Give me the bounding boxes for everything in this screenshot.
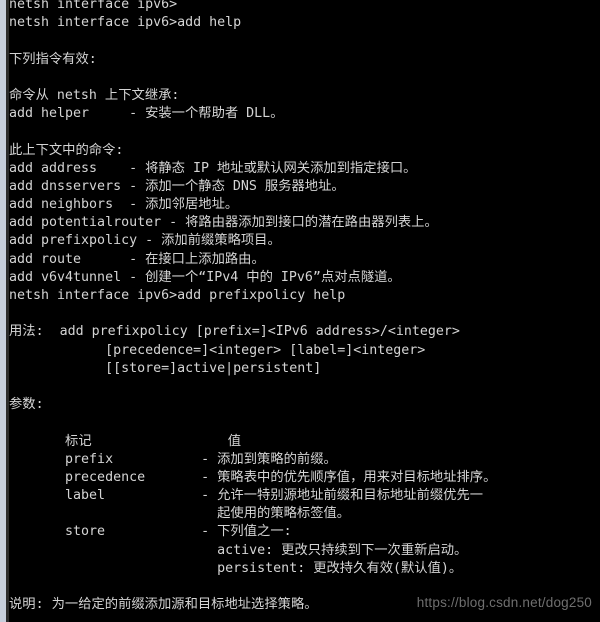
- console-line: prefix - 添加到策略的前缀。: [9, 451, 337, 467]
- console-line: netsh interface ipv6>: [9, 0, 178, 12]
- console-line: 标记 值: [9, 433, 242, 449]
- console-line: persistent: 更改持久有效(默认值)。: [9, 560, 463, 576]
- console-line: add route - 在接口上添加路由。: [9, 251, 265, 267]
- console-line: store - 下列值之一:: [9, 524, 292, 540]
- console-line: add dnsservers - 添加一个静态 DNS 服务器地址。: [9, 178, 345, 194]
- console-line: 参数:: [9, 397, 44, 413]
- console-line: precedence - 策略表中的优先顺序值，用来对目标地址排序。: [9, 469, 497, 485]
- console-line: netsh interface ipv6>add prefixpolicy he…: [9, 288, 346, 303]
- console-line: add helper - 安装一个帮助者 DLL。: [9, 106, 284, 122]
- console-line: add neighbors - 添加邻居地址。: [9, 197, 239, 213]
- console-line: [precedence=]<integer> [label=]<integer>: [9, 342, 426, 358]
- console-line: [[store=]active|persistent]: [9, 360, 322, 376]
- console-line: add v6v4tunnel - 创建一个“IPv4 中的 IPv6”点对点隧道…: [9, 269, 401, 285]
- watermark-text: https://blog.csdn.net/dog250: [416, 595, 592, 610]
- console-window[interactable]: netsh interface ipv6> netsh interface ipv…: [0, 0, 600, 622]
- console-line: netsh interface ipv6>add help: [9, 15, 242, 31]
- console-line: add prefixpolicy - 添加前缀策略项目。: [9, 233, 281, 249]
- console-line: 此上下文中的命令:: [9, 142, 124, 158]
- console-line: active: 更改只持续到下一次重新启动。: [9, 542, 468, 558]
- vertical-scrollbar[interactable]: [0, 0, 9, 622]
- console-output: netsh interface ipv6> netsh interface ipv…: [9, 0, 600, 622]
- console-line: 下列指令有效:: [9, 51, 97, 67]
- console-line: 起使用的策略标签值。: [9, 506, 351, 522]
- console-line: label - 允许一特别源地址前缀和目标地址前缀优先一: [9, 488, 484, 504]
- console-line: add address - 将静态 IP 地址或默认网关添加到指定接口。: [9, 160, 417, 176]
- console-line: 用法: add prefixpolicy [prefix=]<IPv6 addr…: [9, 324, 460, 340]
- console-line: add potentialrouter - 将路由器添加到接口的潜在路由器列表上…: [9, 215, 438, 231]
- console-line: 命令从 netsh 上下文继承:: [9, 87, 180, 103]
